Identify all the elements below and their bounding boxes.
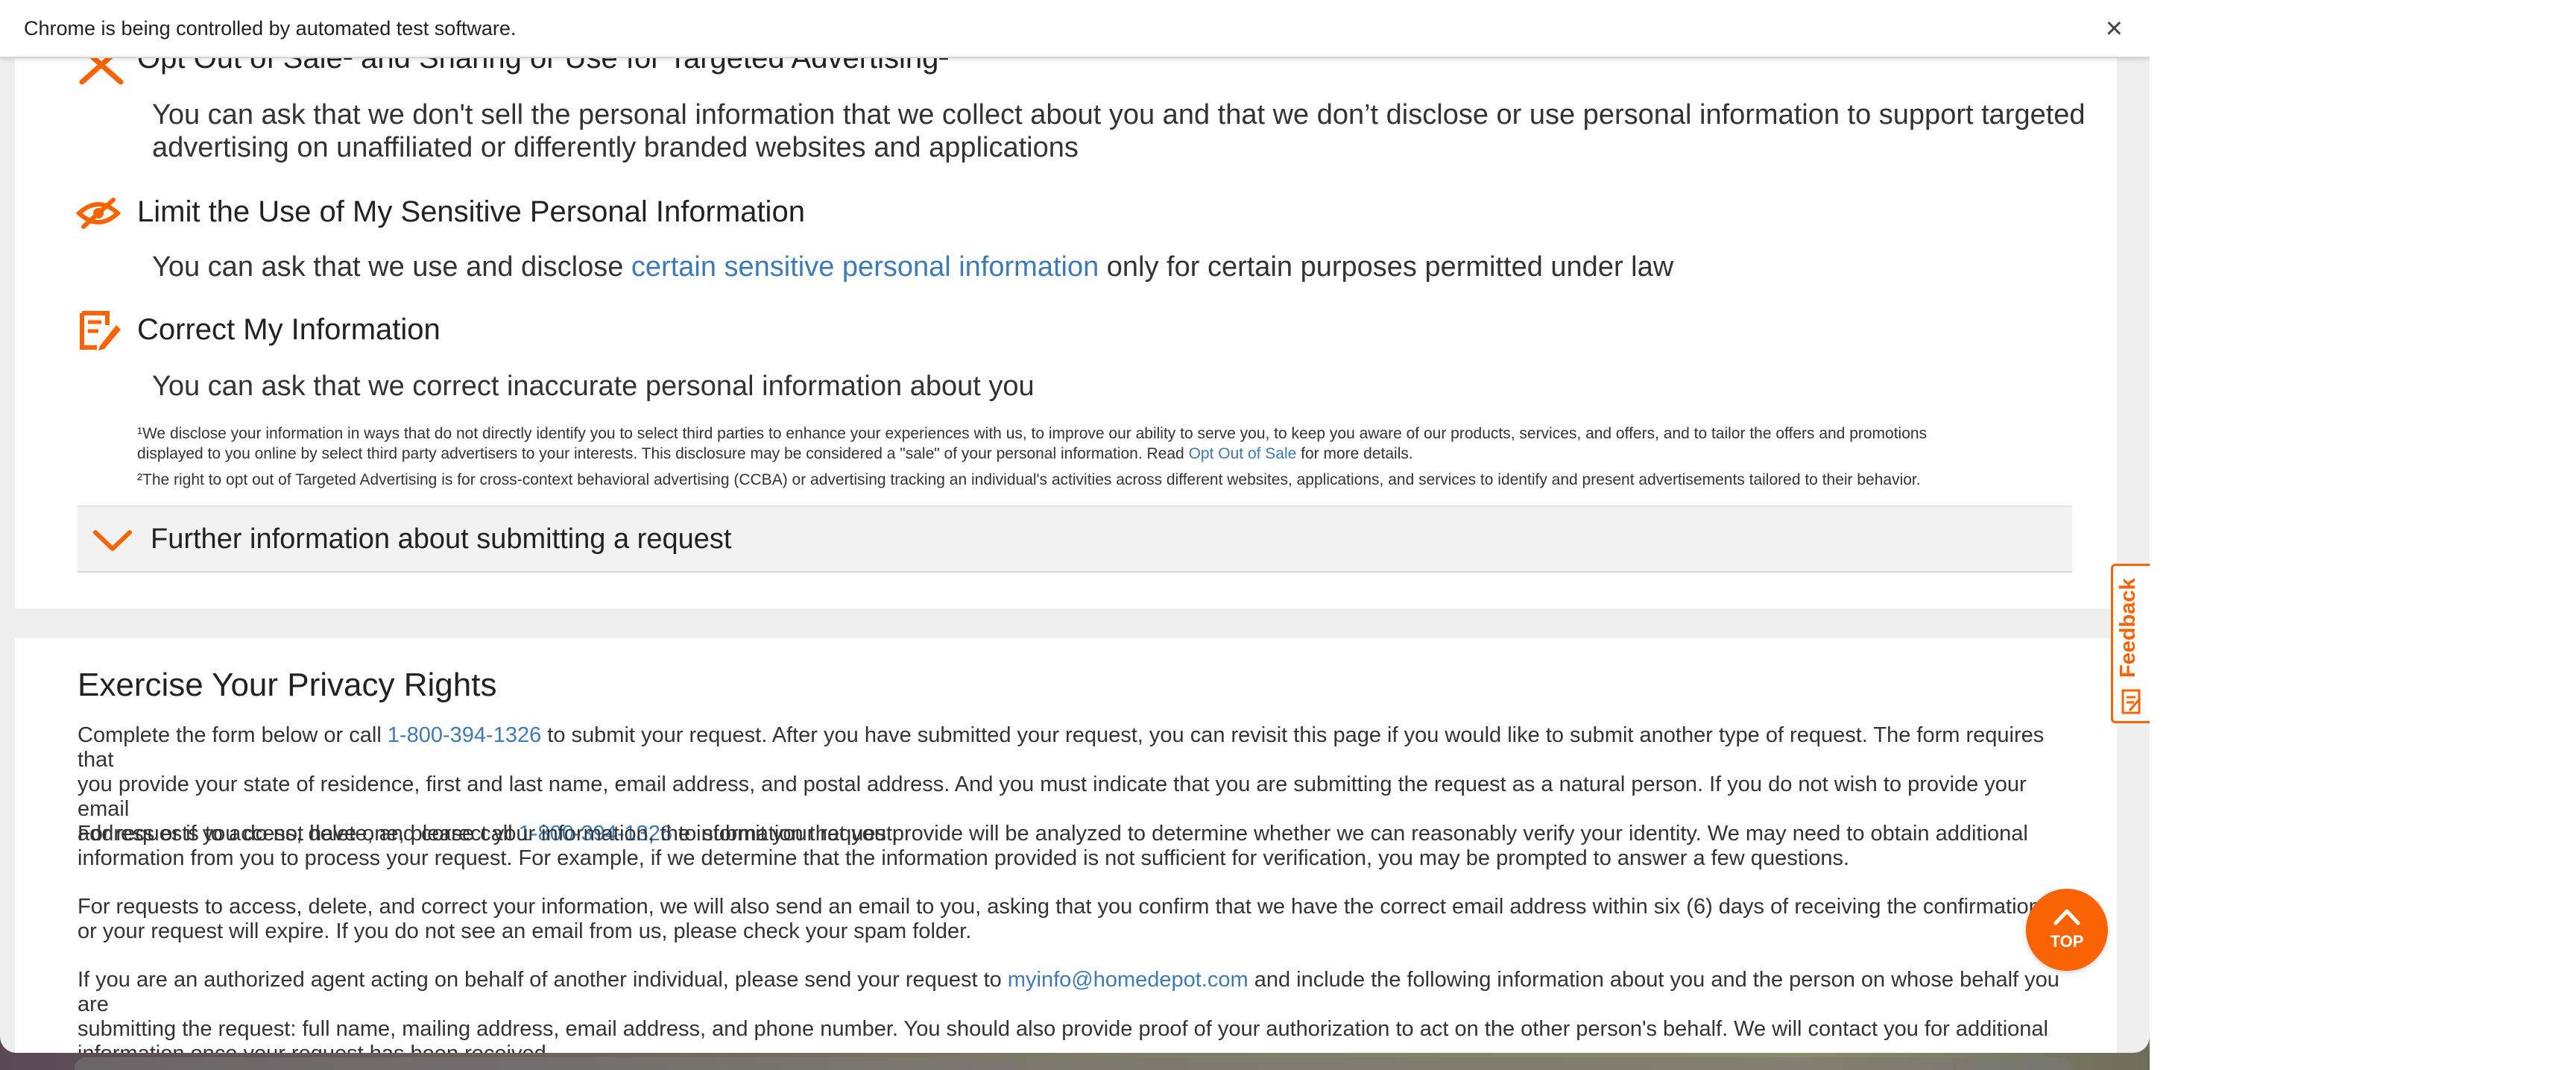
correct-info-description: You can ask that we correct inaccurate p… <box>152 371 1035 402</box>
limit-sensitive-description: You can ask that we use and disclose cer… <box>152 251 2120 283</box>
correct-info-title: Correct My Information <box>137 313 441 346</box>
p1-text-a: Complete the form below or call <box>78 723 388 747</box>
p2-line2: information from you to process your req… <box>78 846 1850 870</box>
p3-line1: For requests to access, delete, and corr… <box>78 895 2075 919</box>
eye-slash-icon <box>76 198 121 229</box>
exercise-paragraph-3: For requests to access, delete, and corr… <box>78 895 2075 944</box>
sensitive-info-link[interactable]: certain sensitive personal information <box>631 251 1099 283</box>
footnote-1-line2: displayed to you online by select third … <box>137 444 2090 464</box>
exercise-rights-title: Exercise Your Privacy Rights <box>78 667 497 703</box>
p4-text-a: If you are an authorized agent acting on… <box>78 968 1008 992</box>
p2-line1: For requests to access, delete, and corr… <box>78 822 2028 846</box>
opt-out-desc-line1: You can ask that we don't sell the perso… <box>152 99 2086 130</box>
limit-desc-before: You can ask that we use and disclose <box>152 251 631 283</box>
p1-line2: you provide your state of residence, fir… <box>78 772 2027 821</box>
exercise-paragraph-4: If you are an authorized agent acting on… <box>78 968 2075 1053</box>
further-info-label: Further information about submitting a r… <box>151 523 732 555</box>
email-link[interactable]: myinfo@homedepot.com <box>1008 968 1248 992</box>
footnote-1-tail: for more details. <box>1296 445 1413 462</box>
opt-out-desc-line2: advertising on unaffiliated or different… <box>152 132 1079 163</box>
exercise-rights-section: Exercise Your Privacy Rights Complete th… <box>15 638 2117 1053</box>
p4-line2: submitting the request: full name, maili… <box>78 1017 2048 1041</box>
feedback-form-icon <box>2121 689 2141 714</box>
opt-out-description: You can ask that we don't sell the perso… <box>152 98 2120 164</box>
privacy-rights-section: Opt Out of Sale¹ and Sharing or Use for … <box>15 0 2117 608</box>
phone-link-1[interactable]: 1-800-394-1326 <box>388 723 541 747</box>
footnote-1-text: displayed to you online by select third … <box>137 445 1189 462</box>
feedback-tab[interactable]: Feedback <box>2111 564 2150 723</box>
p4-line3: information once your request has been r… <box>78 1042 2075 1053</box>
browser-window: Chrome is being controlled by automated … <box>0 0 2150 1053</box>
footnote-1: ¹We disclose your information in ways th… <box>137 424 2090 464</box>
limit-desc-after: only for certain purposes permitted unde… <box>1099 251 1674 283</box>
back-to-top-button[interactable]: TOP <box>2026 889 2108 971</box>
feedback-label: Feedback <box>2116 578 2140 678</box>
footnote-2: ²The right to opt out of Targeted Advert… <box>137 471 1921 488</box>
close-infobar-button[interactable]: × <box>2106 12 2123 45</box>
further-info-accordion[interactable]: Further information about submitting a r… <box>78 506 2072 573</box>
footnote-1-line1: ¹We disclose your information in ways th… <box>137 425 1928 442</box>
exercise-paragraph-2: For requests to access, delete, and corr… <box>78 822 2075 871</box>
opt-out-of-sale-link[interactable]: Opt Out of Sale <box>1189 445 1297 462</box>
desktop-right-area <box>2150 0 2576 1070</box>
automation-notice: Chrome is being controlled by automated … <box>24 16 517 40</box>
edit-document-icon <box>80 311 121 350</box>
p4-line1: If you are an authorized agent acting on… <box>78 968 2075 1017</box>
chevron-down-icon <box>93 530 132 551</box>
top-label: TOP <box>2050 932 2084 951</box>
automation-infobar: Chrome is being controlled by automated … <box>0 0 2150 58</box>
taskbar-dock <box>75 1057 2072 1070</box>
limit-sensitive-title: Limit the Use of My Sensitive Personal I… <box>137 195 805 228</box>
p1-line1: Complete the form below or call 1-800-39… <box>78 723 2075 772</box>
p3-line2: or your request will expire. If you do n… <box>78 919 972 943</box>
chevron-up-icon <box>2053 909 2080 925</box>
